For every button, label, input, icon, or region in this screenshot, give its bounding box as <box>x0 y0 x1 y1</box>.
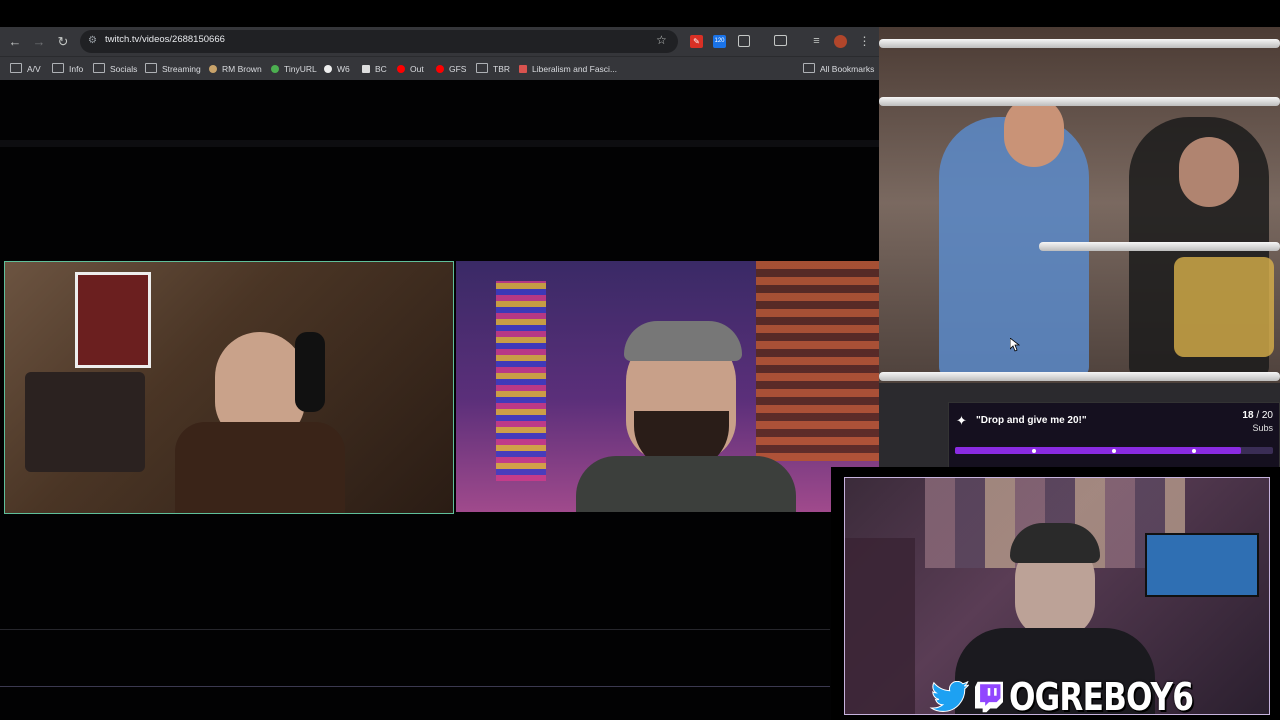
twitter-icon <box>929 681 970 712</box>
browser-toolbar: ← → ↻ ⚙ twitch.tv/videos/2688150666 ☆ ✎ … <box>0 27 879 56</box>
goal-progress-track <box>955 447 1273 454</box>
video-page <box>0 80 879 720</box>
forward-button[interactable]: → <box>30 33 48 51</box>
wall-monitor <box>1145 533 1259 597</box>
bookmark-rm-brown[interactable]: RM Brown <box>209 61 262 77</box>
crowd-face <box>1004 97 1064 167</box>
bookmark-folder-tbr[interactable]: TBR <box>476 61 510 77</box>
sub-goal-widget: ✦ "Drop and give me 20!" 18 / 20 Subs <box>948 402 1280 468</box>
reload-button[interactable]: ↻ <box>54 33 72 51</box>
folder-icon <box>803 63 815 73</box>
media-control-icon[interactable]: ≡ <box>810 35 823 48</box>
guest-webcam-right <box>456 261 879 512</box>
goal-current: 18 <box>1242 410 1254 421</box>
streamer-handle: OGREBOY6 <box>1009 675 1194 719</box>
url-text: twitch.tv/videos/2688150666 <box>105 34 225 45</box>
cast-icon[interactable] <box>774 35 787 46</box>
site-favicon-icon <box>209 65 217 73</box>
ring-rope <box>879 372 1280 381</box>
bookmark-bc[interactable]: BC <box>362 61 387 77</box>
cap <box>624 321 742 361</box>
extensions-puzzle-icon[interactable] <box>738 35 750 47</box>
bookmark-out[interactable]: Out <box>397 61 424 77</box>
folder-icon <box>145 63 157 73</box>
star-icon: ✦ <box>956 413 967 428</box>
bookmark-folder-streaming[interactable]: Streaming <box>145 61 201 77</box>
back-button[interactable]: ← <box>6 33 24 51</box>
background-figure <box>845 538 915 714</box>
goal-milestone-marker <box>1032 449 1036 453</box>
streamer-cap <box>1010 523 1100 563</box>
background-shelf <box>496 281 546 481</box>
goal-separator: / <box>1256 410 1260 421</box>
pinned-extension-icon[interactable]: ✎ <box>690 35 703 48</box>
folder-icon <box>52 63 64 73</box>
bookmark-folder-socials[interactable]: Socials <box>93 61 137 77</box>
fan-sign <box>1174 257 1274 357</box>
goal-count: 18 / 20 <box>1242 410 1273 421</box>
page-separator <box>0 629 830 630</box>
goal-milestone-marker <box>1112 449 1116 453</box>
guest-webcam-left <box>4 261 454 514</box>
couch <box>25 372 145 472</box>
site-favicon-icon <box>324 65 332 73</box>
site-favicon-icon <box>362 65 370 73</box>
site-favicon-icon <box>519 65 527 73</box>
streamer-webcam: OGREBOY6 <box>831 467 1280 720</box>
bookmark-folder-info[interactable]: Info <box>52 61 83 77</box>
crowd-face <box>1179 137 1239 207</box>
profile-avatar[interactable] <box>834 35 847 48</box>
ring-rope <box>1039 242 1280 251</box>
bookmark-liberalism[interactable]: Liberalism and Fasci... <box>519 61 617 77</box>
top-black-strip <box>0 0 1280 27</box>
bookmarks-bar: A/V Info Socials Streaming RM Brown Tiny… <box>0 56 879 81</box>
youtube-icon <box>397 65 405 73</box>
bookmark-w6[interactable]: W6 <box>324 61 350 77</box>
headphones <box>295 332 325 412</box>
background-shelf <box>756 261 879 461</box>
youtube-icon <box>436 65 444 73</box>
bookmark-gfs[interactable]: GFS <box>436 61 466 77</box>
site-favicon-icon <box>271 65 279 73</box>
bookmark-tinyurl[interactable]: TinyURL <box>271 61 317 77</box>
counter-extension-icon[interactable]: 120 <box>713 35 726 48</box>
folder-icon <box>10 63 22 73</box>
goal-title: "Drop and give me 20!" <box>976 415 1087 426</box>
wall-poster <box>75 272 151 368</box>
folder-icon <box>476 63 488 73</box>
menu-kebab-icon[interactable]: ⋮ <box>858 35 871 48</box>
wrestling-arena-video <box>879 27 1280 467</box>
ring-rope <box>879 39 1280 48</box>
folder-icon <box>93 63 105 73</box>
goal-progress-fill <box>955 447 1242 454</box>
ring-rope <box>879 97 1280 106</box>
bookmark-folder-av[interactable]: A/V <box>10 61 41 77</box>
guest-body <box>175 422 345 513</box>
mouse-cursor-icon <box>1010 338 1020 352</box>
browser-window-chrome: ← → ↻ ⚙ twitch.tv/videos/2688150666 ☆ ✎ … <box>0 27 879 81</box>
address-bar[interactable]: ⚙ twitch.tv/videos/2688150666 ☆ <box>80 30 678 53</box>
goal-unit: Subs <box>1252 423 1273 433</box>
site-info-icon[interactable]: ⚙ <box>88 35 100 47</box>
goal-target: 20 <box>1261 410 1273 421</box>
all-bookmarks-button[interactable]: All Bookmarks <box>803 61 874 77</box>
page-divider <box>0 140 879 147</box>
twitch-icon <box>975 681 1003 713</box>
bookmark-star-icon[interactable]: ☆ <box>656 33 667 47</box>
guest-body <box>576 456 796 512</box>
goal-milestone-marker <box>1192 449 1196 453</box>
page-frame-line <box>0 686 830 687</box>
